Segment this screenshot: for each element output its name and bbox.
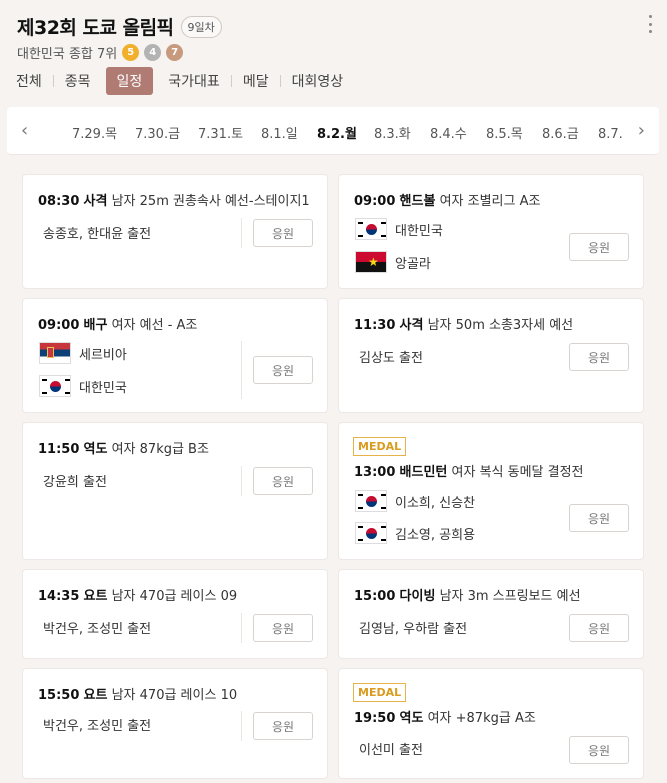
event-players: 김상도 출전: [359, 351, 423, 366]
team-row: ★ 앙골라: [355, 251, 431, 273]
event-card[interactable]: 11:50 역도 여자 87kg급 B조 강윤희 출전 응원: [22, 422, 328, 560]
cheer-button[interactable]: 응원: [569, 504, 629, 532]
cheer-button[interactable]: 응원: [253, 614, 313, 642]
korea-flag-icon: [355, 218, 387, 240]
rank-text: 대한민국 종합 7위: [17, 47, 118, 62]
event-card[interactable]: 15:00 다이빙 남자 3m 스프링보드 예선 김영남, 우하람 출전 응원: [338, 569, 644, 659]
event-title: 19:50 역도 여자 +87kg급 A조: [354, 711, 536, 726]
gold-medal-count: 5: [122, 44, 140, 61]
date-item[interactable]: 8.4.수: [430, 123, 467, 142]
event-title: 09:00 배구 여자 예선 - A조: [38, 318, 198, 333]
divider: [241, 613, 242, 643]
date-item[interactable]: 8.6.금: [542, 123, 579, 142]
event-players: 김영남, 우하람 출전: [359, 622, 468, 637]
tab-medals[interactable]: 메달: [232, 67, 280, 95]
team-row: 이소희, 신승찬: [355, 490, 475, 512]
medal-tag: MEDAL: [353, 683, 407, 702]
cheer-button[interactable]: 응원: [569, 233, 629, 261]
rank-row: 대한민국 종합 7위 5 4 7: [17, 43, 184, 62]
team-name: 앙골라: [395, 256, 431, 272]
team-row: 김소영, 공희용: [355, 522, 475, 544]
tab-schedule[interactable]: 일정: [105, 67, 154, 95]
date-item[interactable]: 8.5.목: [486, 123, 523, 142]
event-title: 09:00 핸드볼 여자 조별리그 A조: [354, 194, 541, 209]
event-card[interactable]: MEDAL 13:00 배드민턴 여자 복식 동메달 결정전 이소희, 신승찬 …: [338, 422, 644, 560]
team-row: 대한민국: [355, 218, 443, 240]
tab-bar: 전체 종목 일정 국가대표 메달 대회영상: [5, 67, 354, 95]
divider: [241, 466, 242, 496]
event-players: 박건우, 조성민 출전: [43, 719, 152, 734]
event-title: 08:30 사격 남자 25m 권총속사 예선-스테이지1: [38, 194, 310, 209]
team-row: 세르비아: [39, 342, 127, 364]
event-title: 14:35 요트 남자 470급 레이스 09: [38, 589, 238, 604]
team-name: 이소희, 신승찬: [395, 495, 476, 511]
korea-flag-icon: [355, 522, 387, 544]
event-title: 15:00 다이빙 남자 3m 스프링보드 예선: [354, 589, 581, 604]
date-list: 7.29.목 7.30.금 7.31.토 8.1.일 8.2.월 8.3.화 8…: [62, 107, 622, 154]
cheer-button[interactable]: 응원: [253, 356, 313, 384]
event-title: 11:30 사격 남자 50m 소총3자세 예선: [354, 318, 574, 333]
tab-videos[interactable]: 대회영상: [281, 67, 355, 95]
cheer-button[interactable]: 응원: [569, 343, 629, 371]
medal-tag: MEDAL: [353, 437, 407, 456]
team-row: 대한민국: [39, 375, 127, 397]
tab-sports[interactable]: 종목: [54, 67, 102, 95]
team-name: 세르비아: [79, 347, 127, 363]
serbia-flag-icon: [39, 342, 71, 364]
team-name: 대한민국: [79, 380, 127, 396]
event-card[interactable]: 11:30 사격 남자 50m 소총3자세 예선 김상도 출전 응원: [338, 298, 644, 413]
cheer-button[interactable]: 응원: [569, 736, 629, 764]
divider: [241, 341, 242, 399]
cheer-button[interactable]: 응원: [569, 614, 629, 642]
chevron-right-icon[interactable]: ›: [638, 120, 645, 141]
event-title: 11:50 역도 여자 87kg급 B조: [38, 442, 209, 457]
event-title: 15:50 요트 남자 470급 레이스 10: [38, 688, 238, 703]
more-options-icon[interactable]: [649, 15, 653, 33]
tab-all[interactable]: 전체: [5, 67, 53, 95]
event-card[interactable]: 14:35 요트 남자 470급 레이스 09 박건우, 조성민 출전 응원: [22, 569, 328, 659]
event-card[interactable]: 08:30 사격 남자 25m 권총속사 예선-스테이지1 송종호, 한대윤 출…: [22, 174, 328, 289]
event-players: 강윤희 출전: [43, 475, 107, 490]
divider: [241, 711, 242, 741]
event-players: 이선미 출전: [359, 743, 423, 758]
korea-flag-icon: [39, 375, 71, 397]
date-item[interactable]: 8.3.화: [374, 123, 411, 142]
event-card[interactable]: MEDAL 19:50 역도 여자 +87kg급 A조 이선미 출전 응원: [338, 668, 644, 779]
team-name: 김소영, 공희용: [395, 527, 476, 543]
event-card[interactable]: 15:50 요트 남자 470급 레이스 10 박건우, 조성민 출전 응원: [22, 668, 328, 779]
date-item[interactable]: 7.30.금: [135, 123, 180, 142]
date-item[interactable]: 8.7.토: [598, 123, 622, 142]
event-players: 박건우, 조성민 출전: [43, 622, 152, 637]
cheer-button[interactable]: 응원: [253, 219, 313, 247]
date-item-selected[interactable]: 8.2.월: [317, 123, 357, 142]
korea-flag-icon: [355, 490, 387, 512]
day-badge: 9일차: [180, 15, 222, 38]
cheer-button[interactable]: 응원: [253, 467, 313, 495]
team-name: 대한민국: [395, 223, 443, 239]
angola-flag-icon: ★: [355, 251, 387, 273]
cheer-button[interactable]: 응원: [253, 712, 313, 740]
page-title: 제32회 도쿄 올림픽: [17, 17, 174, 39]
date-selector: ‹ 7.29.목 7.30.금 7.31.토 8.1.일 8.2.월 8.3.화…: [7, 107, 659, 155]
divider: [241, 218, 242, 248]
bronze-medal-count: 7: [166, 44, 184, 61]
event-title: 13:00 배드민턴 여자 복식 동메달 결정전: [354, 465, 584, 480]
title-row: 제32회 도쿄 올림픽 9일차: [17, 13, 222, 40]
chevron-left-icon[interactable]: ‹: [21, 120, 28, 141]
event-players: 송종호, 한대윤 출전: [43, 227, 152, 242]
tab-national-team[interactable]: 국가대표: [157, 67, 231, 95]
event-card[interactable]: 09:00 핸드볼 여자 조별리그 A조 대한민국 ★ 앙골라 응원: [338, 174, 644, 289]
date-item[interactable]: 8.1.일: [261, 123, 298, 142]
silver-medal-count: 4: [144, 44, 162, 61]
date-item[interactable]: 7.31.토: [198, 123, 243, 142]
event-card[interactable]: 09:00 배구 여자 예선 - A조 세르비아 대한민국 응원: [22, 298, 328, 413]
date-item[interactable]: 7.29.목: [72, 123, 117, 142]
